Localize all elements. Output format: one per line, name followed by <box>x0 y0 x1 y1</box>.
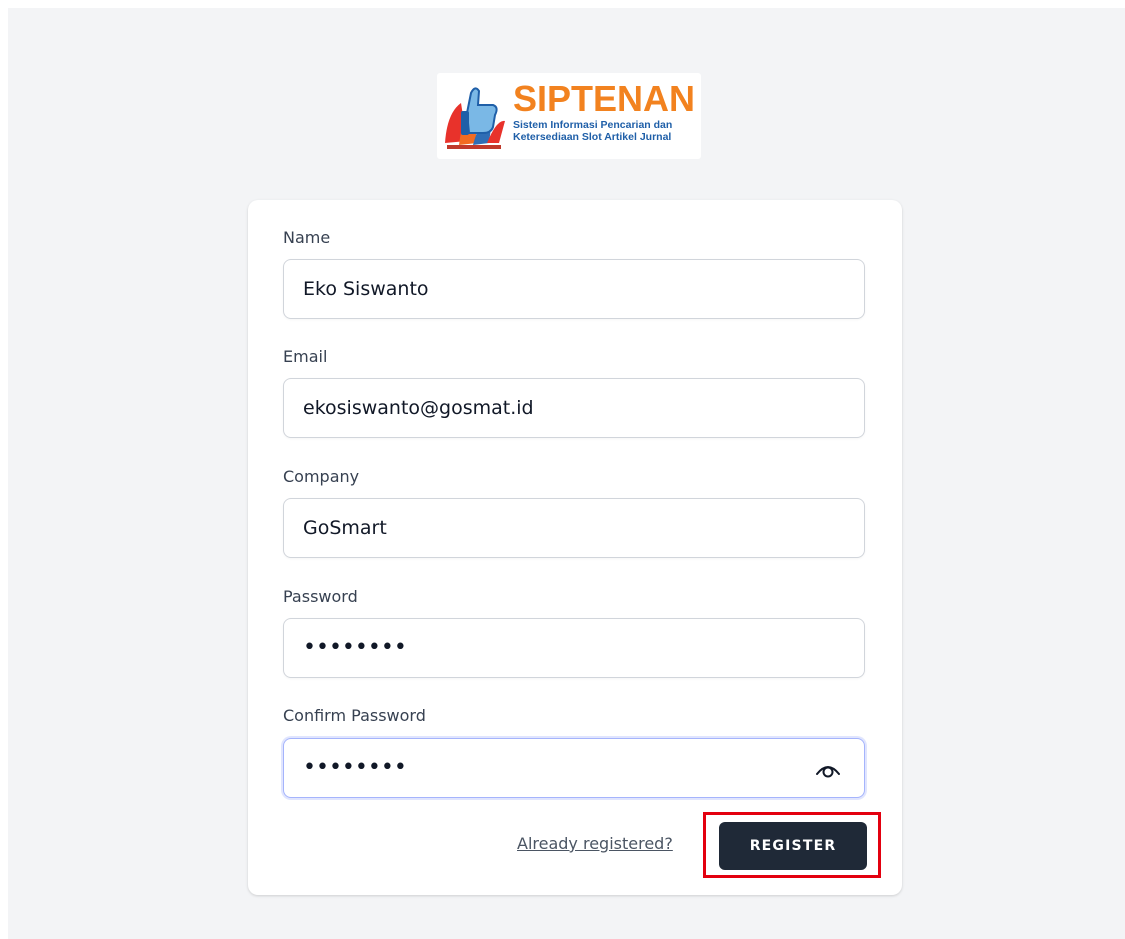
register-form-card: Name Eko Siswanto Email ekosiswanto@gosm… <box>248 200 902 895</box>
company-input[interactable]: GoSmart <box>283 498 865 558</box>
email-input[interactable]: ekosiswanto@gosmat.id <box>283 378 865 438</box>
logo-title: SIPTENAN <box>513 78 696 119</box>
company-label: Company <box>283 467 360 486</box>
already-registered-link[interactable]: Already registered? <box>517 834 673 853</box>
register-button[interactable]: REGISTER <box>719 822 867 870</box>
logo-subtitle-line2: Ketersediaan Slot Artikel Jurnal <box>513 131 672 143</box>
logo-subtitle: Sistem Informasi Pencarian dan Ketersedi… <box>513 119 672 143</box>
password-input[interactable]: •••••••• <box>283 618 865 678</box>
confirm-password-label: Confirm Password <box>283 706 426 725</box>
email-input-value: ekosiswanto@gosmat.id <box>303 397 534 419</box>
confirm-password-input-value: •••••••• <box>303 755 407 780</box>
password-label: Password <box>283 587 358 606</box>
logo-subtitle-line1: Sistem Informasi Pencarian dan <box>513 119 673 131</box>
password-input-value: •••••••• <box>303 635 407 660</box>
company-input-value: GoSmart <box>303 517 387 539</box>
eye-icon[interactable] <box>814 758 842 780</box>
name-input-value: Eko Siswanto <box>303 278 429 300</box>
name-label: Name <box>283 228 331 247</box>
logo-book-thumb-icon <box>445 87 505 149</box>
siptenan-logo: SIPTENAN Sistem Informasi Pencarian dan … <box>437 73 701 159</box>
name-input[interactable]: Eko Siswanto <box>283 259 865 319</box>
confirm-password-input[interactable]: •••••••• <box>283 738 865 798</box>
email-label: Email <box>283 347 328 366</box>
